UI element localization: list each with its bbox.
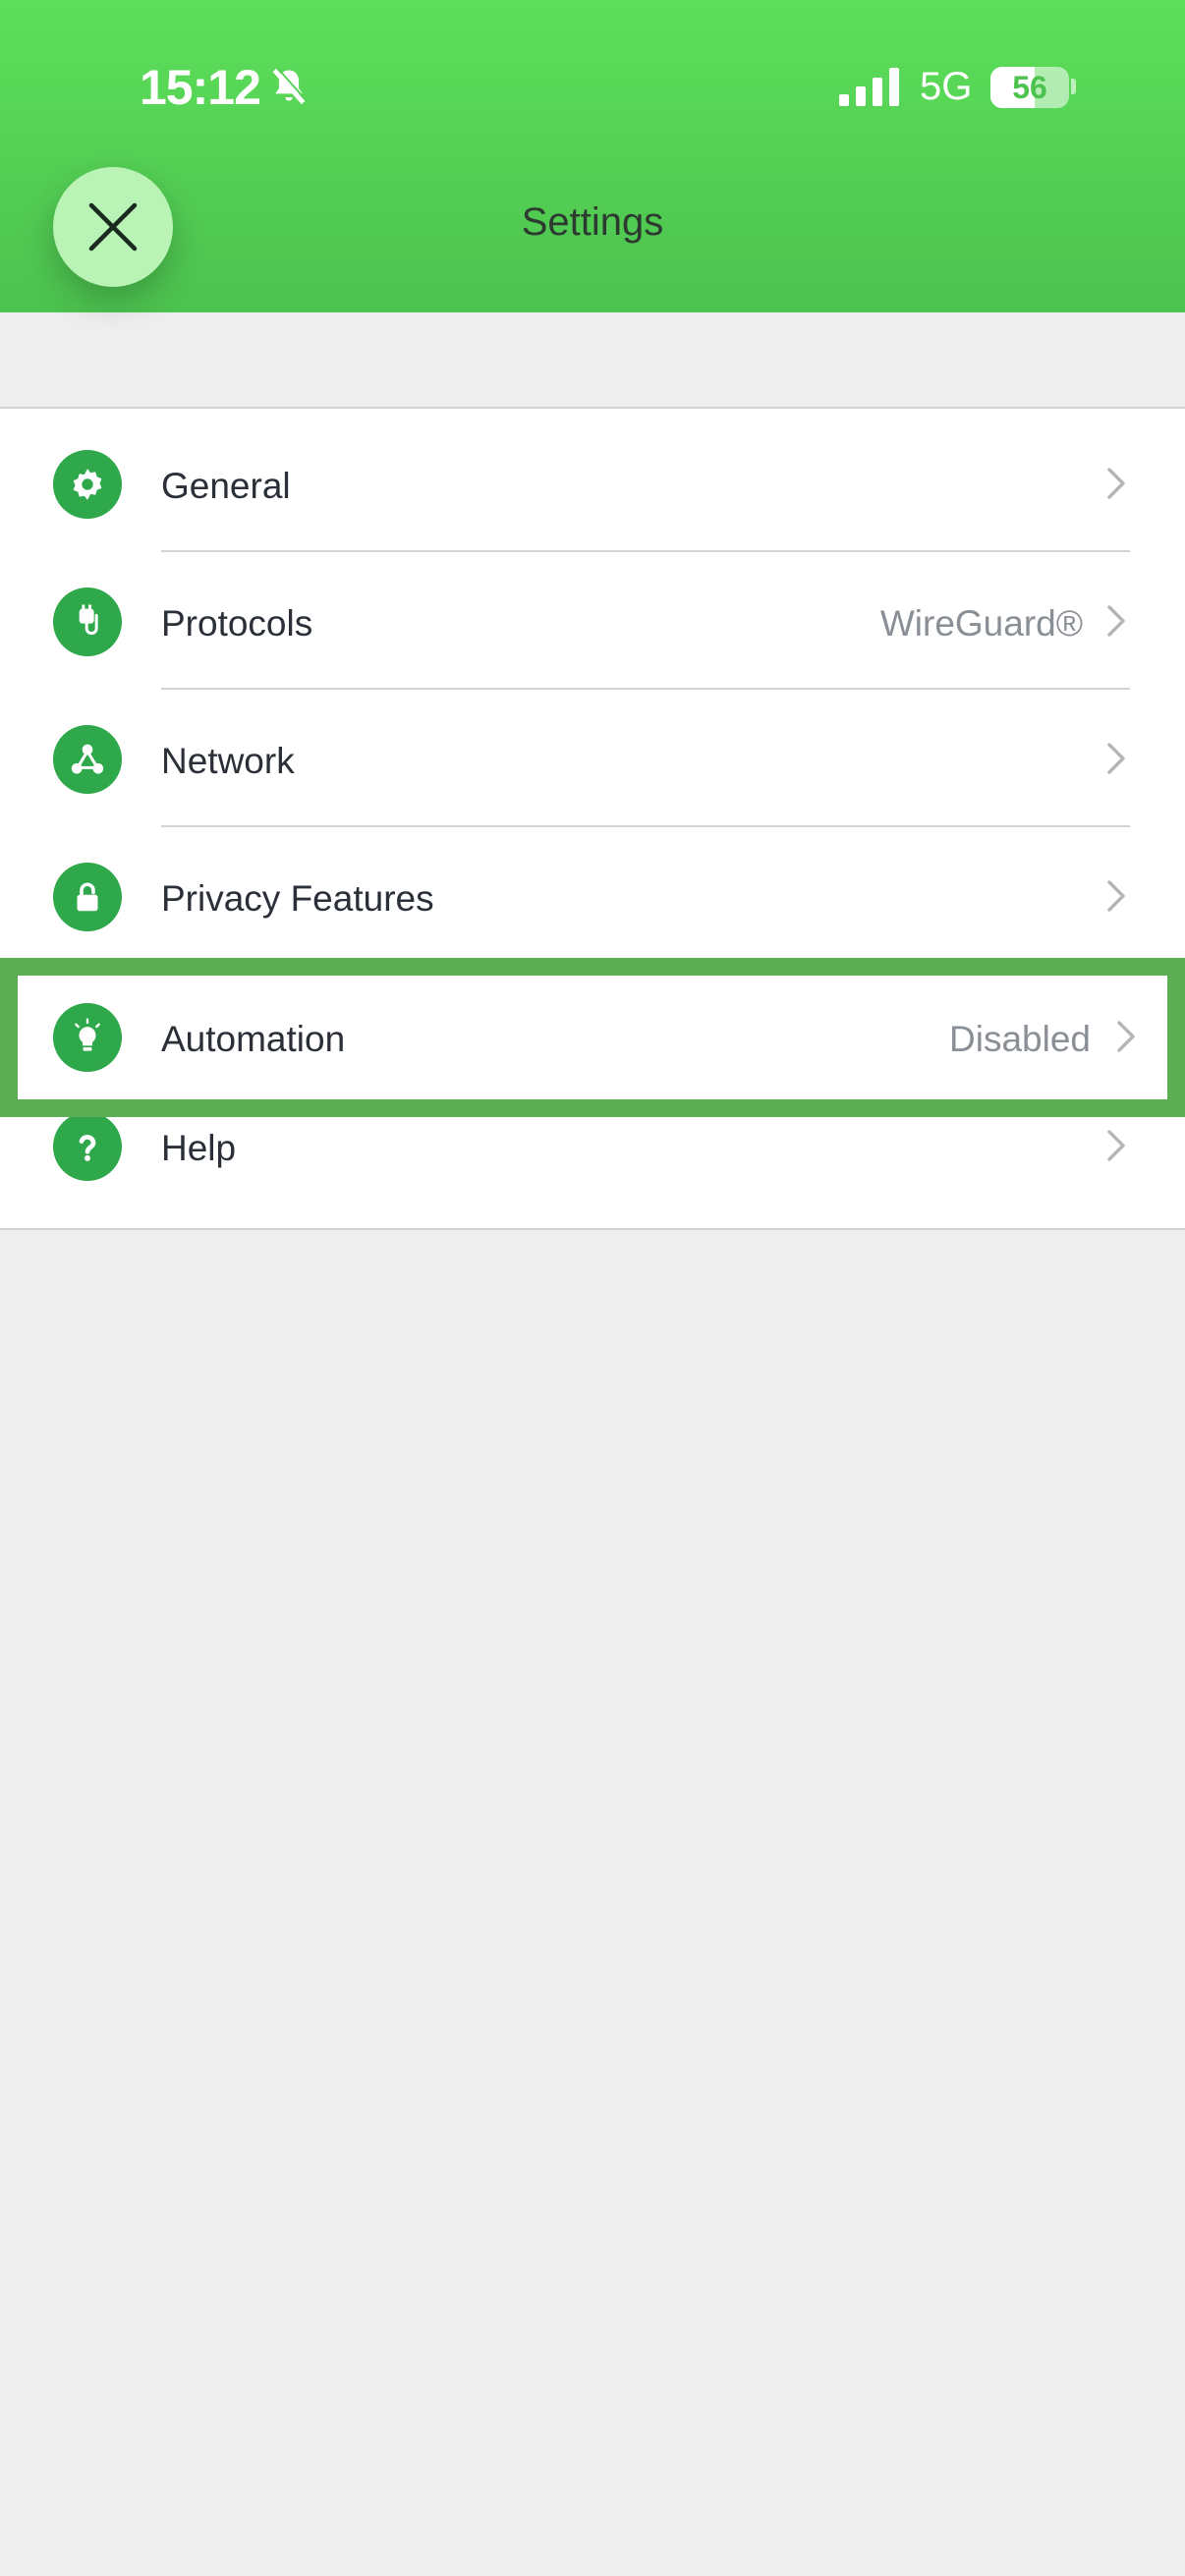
chevron-right-icon bbox=[1107, 880, 1125, 912]
network-nodes-icon bbox=[53, 725, 122, 794]
settings-item-label: Help bbox=[161, 1128, 237, 1168]
settings-item-label: Automation bbox=[161, 1019, 346, 1059]
lock-icon bbox=[53, 863, 122, 931]
protocol-value: WireGuard® bbox=[879, 603, 1083, 644]
automation-row-content: Automation Disabled bbox=[18, 976, 1167, 1113]
chevron-right-icon bbox=[1117, 1021, 1135, 1052]
settings-item-network[interactable]: Network bbox=[0, 690, 1185, 827]
settings-item-label: Protocols bbox=[161, 603, 313, 644]
chevron-right-icon bbox=[1107, 605, 1125, 637]
settings-item-privacy-features[interactable]: Privacy Features bbox=[0, 827, 1185, 965]
header-bar: 15:12 5G 56 Settings bbox=[0, 0, 1185, 312]
automation-value: Disabled bbox=[949, 1019, 1091, 1059]
automation-highlight: Automation Disabled bbox=[0, 958, 1185, 1117]
settings-item-label: General bbox=[161, 466, 291, 506]
page-title: Settings bbox=[521, 200, 664, 244]
battery-tip bbox=[1071, 79, 1076, 94]
settings-item-general[interactable]: General bbox=[0, 415, 1185, 552]
lightbulb-icon bbox=[53, 1003, 122, 1072]
chevron-right-icon bbox=[1107, 468, 1125, 499]
settings-item-protocols[interactable]: Protocols WireGuard® bbox=[0, 552, 1185, 690]
status-time: 15:12 bbox=[140, 60, 261, 115]
bell-slash-icon bbox=[272, 67, 308, 105]
network-type: 5G bbox=[920, 65, 973, 108]
chevron-right-icon bbox=[1107, 1130, 1125, 1161]
battery-percent: 56 bbox=[1012, 69, 1047, 105]
chevron-right-icon bbox=[1107, 743, 1125, 774]
plug-icon bbox=[53, 588, 122, 656]
settings-item-label: Network bbox=[161, 741, 295, 781]
status-bar: 15:12 5G 56 bbox=[0, 0, 1185, 173]
question-icon bbox=[53, 1112, 122, 1181]
battery-icon: 56 bbox=[990, 67, 1069, 108]
settings-item-automation[interactable]: Automation Disabled bbox=[18, 976, 1167, 1099]
settings-item-label: Privacy Features bbox=[161, 878, 434, 919]
gear-icon bbox=[53, 450, 122, 519]
cellular-signal-icon bbox=[839, 68, 899, 106]
